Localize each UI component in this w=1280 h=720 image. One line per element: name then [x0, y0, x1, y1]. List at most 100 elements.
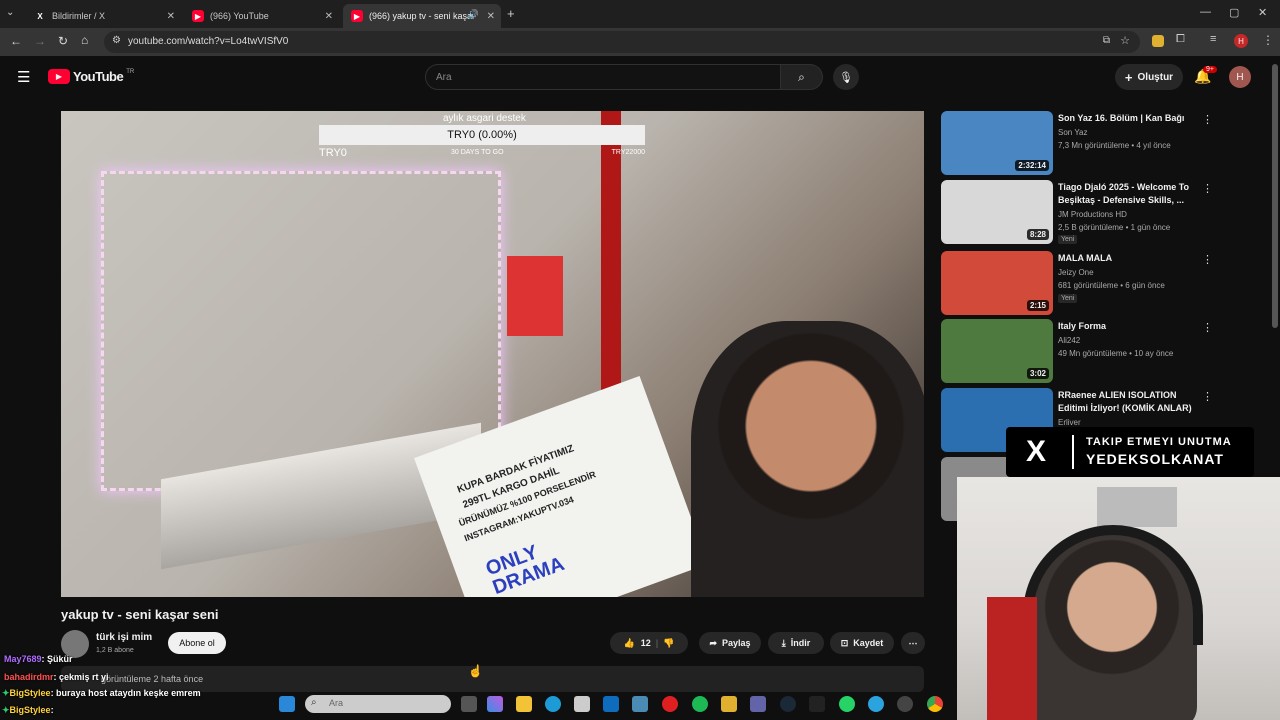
- youtube-header: ☰ ▶ YouTube TR Ara ⌕ 🎙 + Oluştur 🔔 9+ H: [0, 56, 1280, 100]
- recommendation-title[interactable]: Son Yaz 16. Bölüm | Kan Bağı: [1058, 112, 1198, 125]
- menu-kebab-icon[interactable]: ⋮: [1202, 113, 1213, 126]
- tab-youtube-home[interactable]: ▶ (966) YouTube ✕: [184, 4, 339, 28]
- donation-goal-widget: aylık asgari destek TRY0 (0.00%) TRY0 30…: [319, 111, 645, 159]
- save-button[interactable]: ⊡ Kaydet: [830, 632, 894, 654]
- thumbs-down-icon[interactable]: 👎: [663, 638, 674, 649]
- divider: |: [655, 638, 659, 648]
- tab-search-icon[interactable]: ⌄: [6, 7, 14, 18]
- share-button[interactable]: ➦ Paylaş: [699, 632, 761, 654]
- channel-name[interactable]: türk işi mim: [96, 632, 152, 643]
- home-icon[interactable]: ⌂: [81, 33, 88, 47]
- store-icon[interactable]: [574, 696, 590, 712]
- tab-x-notifications[interactable]: X Bildirimler / X ✕: [26, 4, 181, 28]
- search-button[interactable]: ⌕: [781, 64, 823, 90]
- file-explorer-icon[interactable]: [516, 696, 532, 712]
- recommendation-channel[interactable]: JM Productions HD: [1058, 208, 1127, 221]
- maximize-button[interactable]: ▢: [1229, 6, 1239, 19]
- wall-photos: [1097, 487, 1177, 527]
- outlook-icon[interactable]: [603, 696, 619, 712]
- back-icon[interactable]: ←: [10, 34, 22, 48]
- youtube-icon: ▶: [192, 10, 204, 22]
- create-button[interactable]: + Oluştur: [1115, 64, 1183, 90]
- recommendation-item[interactable]: 3:02 Italy Forma Ali242 49 Mn görüntülem…: [941, 319, 1271, 383]
- subscribe-button[interactable]: Abone ol: [168, 632, 226, 654]
- recommendation-channel[interactable]: Ali242: [1058, 334, 1080, 347]
- speaker-icon[interactable]: 🔊: [468, 9, 479, 20]
- like-count: 12: [640, 638, 651, 648]
- donation-goal: TRY22000: [611, 149, 645, 156]
- edge-icon[interactable]: [545, 696, 561, 712]
- video-thumbnail[interactable]: 2:32:14: [941, 111, 1053, 175]
- obs-icon[interactable]: [897, 696, 913, 712]
- site-info-icon[interactable]: ⚙: [112, 35, 121, 46]
- forward-icon[interactable]: →: [34, 34, 46, 48]
- youtube-logo[interactable]: ▶ YouTube TR: [48, 69, 134, 84]
- voice-search-button[interactable]: 🎙: [833, 64, 859, 90]
- extension-icon[interactable]: [1152, 35, 1164, 47]
- download-button[interactable]: ⤓ İndir: [768, 632, 824, 654]
- recommendation-title[interactable]: Italy Forma: [1058, 320, 1198, 333]
- create-label: Oluştur: [1137, 71, 1174, 83]
- spotify-icon[interactable]: [692, 696, 708, 712]
- video-thumbnail[interactable]: 2:15: [941, 251, 1053, 315]
- install-icon[interactable]: ⧉: [1103, 35, 1110, 46]
- app-icon[interactable]: [721, 696, 737, 712]
- chat-message: ✦BigStylee:: [2, 705, 54, 716]
- app-icon[interactable]: [632, 696, 648, 712]
- hamburger-menu-icon[interactable]: ☰: [17, 68, 30, 86]
- recommendation-title[interactable]: Tiago Djaló 2025 - Welcome To Beşiktaş -…: [1058, 181, 1198, 207]
- profile-avatar[interactable]: H: [1234, 34, 1248, 48]
- recommendation-title[interactable]: RRaenee ALIEN ISOLATION Editimi İzliyor!…: [1058, 389, 1198, 415]
- menu-kebab-icon[interactable]: ⋮: [1202, 182, 1213, 195]
- teams-icon[interactable]: [750, 696, 766, 712]
- like-button[interactable]: 👍 12: [624, 638, 651, 649]
- menu-kebab-icon[interactable]: ⋮: [1202, 321, 1213, 334]
- video-player[interactable]: KUPA BARDAK FİYATIMIZ 299TL KARGO DAHİL …: [61, 111, 924, 597]
- video-thumbnail[interactable]: 8:28: [941, 180, 1053, 244]
- search-input[interactable]: Ara: [425, 64, 781, 90]
- recommendation-meta: 681 görüntüleme • 6 gün önce: [1058, 281, 1165, 290]
- new-badge: Yeni: [1058, 235, 1078, 244]
- close-window-button[interactable]: ✕: [1258, 6, 1267, 19]
- telegram-icon[interactable]: [868, 696, 884, 712]
- close-icon[interactable]: ✕: [167, 11, 175, 22]
- recommendation-item[interactable]: 2:15 MALA MALA Jeizy One 681 görüntüleme…: [941, 251, 1271, 315]
- video-title: yakup tv - seni kaşar seni: [61, 607, 219, 622]
- recommendation-channel[interactable]: Jeizy One: [1058, 266, 1094, 279]
- close-icon[interactable]: ✕: [487, 11, 495, 22]
- minimize-button[interactable]: —: [1200, 6, 1211, 18]
- copilot-icon[interactable]: [487, 696, 503, 712]
- bookmark-star-icon[interactable]: ☆: [1120, 34, 1130, 47]
- new-tab-button[interactable]: +: [507, 6, 515, 21]
- whatsapp-icon[interactable]: [839, 696, 855, 712]
- recommendation-item[interactable]: 8:28 Tiago Djaló 2025 - Welcome To Beşik…: [941, 180, 1271, 244]
- windows-start-icon[interactable]: [279, 696, 295, 712]
- close-icon[interactable]: ✕: [325, 11, 333, 22]
- opera-icon[interactable]: [662, 696, 678, 712]
- menu-kebab-icon[interactable]: ⋮: [1262, 33, 1274, 47]
- tab-current-video[interactable]: ▶ (966) yakup tv - seni kaşar 🔊 ✕: [343, 4, 501, 28]
- chat-message: ✦BigStylee: buraya host atay​dın keşke e…: [2, 688, 201, 699]
- page-scrollbar[interactable]: [1272, 64, 1278, 328]
- logo-text: YouTube: [73, 69, 124, 84]
- recommendation-channel[interactable]: Son Yaz: [1058, 126, 1088, 139]
- extensions-puzzle-icon[interactable]: ⧠: [1176, 33, 1185, 46]
- menu-kebab-icon[interactable]: ⋮: [1202, 390, 1213, 403]
- address-bar[interactable]: ⚙ youtube.com/watch?v=Lo4twVISfV0 ⧉ ☆: [104, 31, 1140, 53]
- chrome-icon[interactable]: [927, 696, 943, 712]
- account-avatar[interactable]: H: [1229, 66, 1251, 88]
- video-thumbnail[interactable]: 3:02: [941, 319, 1053, 383]
- thumbs-up-icon: 👍: [623, 637, 635, 648]
- reload-icon[interactable]: ↻: [58, 34, 68, 48]
- taskbar-search[interactable]: ⌕ Ara: [305, 695, 451, 713]
- app-icon[interactable]: [809, 696, 825, 712]
- task-view-icon[interactable]: [461, 696, 477, 712]
- menu-kebab-icon[interactable]: ⋮: [1202, 253, 1213, 266]
- donation-days-left: 30 DAYS TO GO: [451, 149, 504, 156]
- recommendation-item[interactable]: 2:32:14 Son Yaz 16. Bölüm | Kan Bağı Son…: [941, 111, 1271, 175]
- recommendation-title[interactable]: MALA MALA: [1058, 252, 1198, 265]
- reading-list-icon[interactable]: ≡: [1210, 33, 1216, 45]
- steam-icon[interactable]: [780, 696, 796, 712]
- chat-message: May7689: Şükür: [4, 654, 73, 664]
- more-actions-button[interactable]: ⋯: [901, 632, 925, 654]
